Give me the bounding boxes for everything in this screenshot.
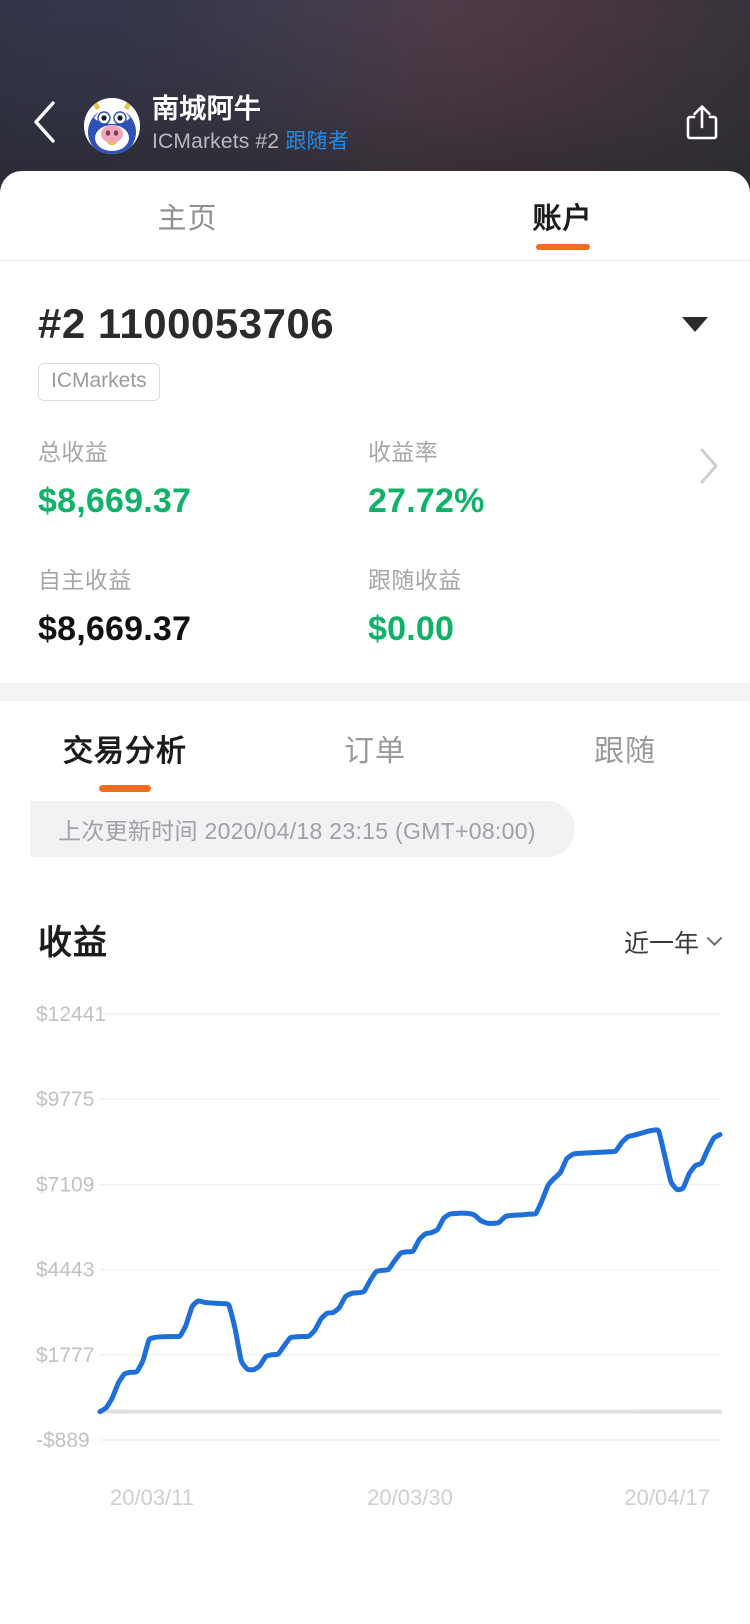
stats-row-1: 总收益 $8,669.37 收益率 27.72% <box>38 437 712 521</box>
series-line-profit <box>97 1127 723 1415</box>
x-axis-tick-label: 20/03/11 <box>110 1485 194 1510</box>
subtab-follow[interactable]: 跟随 <box>500 726 750 770</box>
broker-chip: ICMarkets <box>38 363 160 401</box>
y-axis-tick-label: $9775 <box>36 1088 94 1111</box>
range-picker[interactable]: 近一年 <box>623 924 723 964</box>
subtab-trade-analysis[interactable]: 交易分析 <box>0 726 250 792</box>
follower-badge[interactable]: 跟随者 <box>285 130 349 153</box>
stat-self-profit: 自主收益 $8,669.37 <box>38 565 368 649</box>
stat-self-profit-value: $8,669.37 <box>38 610 192 648</box>
last-update-banner: 上次更新时间 2020/04/18 23:15 (GMT+08:00) <box>30 801 575 857</box>
cow-avatar-icon <box>84 98 140 154</box>
stat-copy-profit: 跟随收益 $0.00 <box>368 565 698 649</box>
tab-account-label: 账户 <box>532 202 593 235</box>
tab-home[interactable]: 主页 <box>0 171 375 260</box>
chevron-down-icon <box>706 929 723 946</box>
tab-home-label: 主页 <box>157 202 218 235</box>
stat-copy-profit-label: 跟随收益 <box>368 567 462 593</box>
stats-row-2: 自主收益 $8,669.37 跟随收益 $0.00 <box>38 565 712 649</box>
account-screen: 南城阿牛 ICMarkets #2 跟随者 主页 账户 #2 110005370… <box>0 0 750 1624</box>
chart-y-axis-labels: $12441 $9775 $7109 $4443 $1777 -$889 <box>36 1003 106 1452</box>
section-divider <box>0 683 750 701</box>
tab-active-indicator <box>535 244 590 250</box>
profile-identity: 南城阿牛 ICMarkets #2 跟随者 <box>152 92 612 156</box>
y-axis-tick-label: $7109 <box>36 1173 94 1196</box>
profit-chart[interactable]: $12441 $9775 $7109 $4443 $1777 -$889 20/03/11… <box>0 990 750 1530</box>
stats-detail-arrow[interactable] <box>698 447 720 490</box>
avatar[interactable] <box>84 98 140 154</box>
back-button[interactable] <box>18 96 70 148</box>
subtab-active-indicator <box>99 785 151 792</box>
share-icon <box>686 105 718 140</box>
profit-chart-svg: $12441 $9775 $7109 $4443 $1777 -$889 20/03/11… <box>36 1003 723 1510</box>
y-axis-tick-label: $12441 <box>36 1003 106 1026</box>
tab-account[interactable]: 账户 <box>375 171 750 260</box>
profile-subtitle-plain: ICMarkets #2 <box>152 130 286 153</box>
account-number: #2 1100053706 <box>38 300 335 347</box>
stats-panel[interactable]: 总收益 $8,669.37 收益率 27.72% 自主收益 $8,669.37 … <box>0 401 750 683</box>
chart-gridlines <box>100 1013 720 1441</box>
content-sheet: 主页 账户 #2 1100053706 ICMarkets 总收益 $8,669… <box>0 171 750 1624</box>
stat-copy-profit-value: $0.00 <box>368 610 455 648</box>
y-axis-tick-label: -$889 <box>36 1429 90 1452</box>
stat-total-profit-value: $8,669.37 <box>38 482 192 520</box>
subtab-follow-label: 跟随 <box>594 735 656 768</box>
stat-total-profit: 总收益 $8,669.37 <box>38 437 368 521</box>
sub-tab-bar: 交易分析 订单 跟随 <box>0 701 750 795</box>
chart-series-line <box>97 1127 723 1415</box>
x-axis-tick-label: 20/03/30 <box>367 1485 453 1510</box>
range-picker-label: 近一年 <box>623 930 699 958</box>
chart-x-axis-labels: 20/03/11 20/03/30 20/04/17 <box>110 1485 710 1510</box>
share-button[interactable] <box>676 96 728 148</box>
profile-subtitle: ICMarkets #2 跟随者 <box>152 128 612 156</box>
chart-title: 收益 <box>38 924 108 962</box>
account-selector[interactable]: #2 1100053706 <box>38 299 712 349</box>
top-tab-bar: 主页 账户 <box>0 171 750 261</box>
caret-down-icon[interactable] <box>682 316 708 332</box>
chevron-left-icon <box>34 101 55 143</box>
subtab-orders[interactable]: 订单 <box>250 726 500 770</box>
profile-name: 南城阿牛 <box>152 94 262 124</box>
stat-return-rate: 收益率 27.72% <box>368 437 698 521</box>
account-header: #2 1100053706 ICMarkets <box>0 261 750 401</box>
y-axis-tick-label: $1777 <box>36 1344 94 1367</box>
subtab-trade-analysis-label: 交易分析 <box>63 735 187 768</box>
stat-self-profit-label: 自主收益 <box>38 567 132 593</box>
stat-return-rate-label: 收益率 <box>368 439 439 465</box>
subtab-orders-label: 订单 <box>344 735 406 768</box>
chart-header: 收益 近一年 <box>0 857 750 964</box>
stat-total-profit-label: 总收益 <box>38 439 109 465</box>
x-axis-tick-label: 20/04/17 <box>624 1485 710 1510</box>
stat-return-rate-value: 27.72% <box>368 482 485 520</box>
chevron-right-icon <box>700 448 718 484</box>
y-axis-tick-label: $4443 <box>36 1259 94 1282</box>
